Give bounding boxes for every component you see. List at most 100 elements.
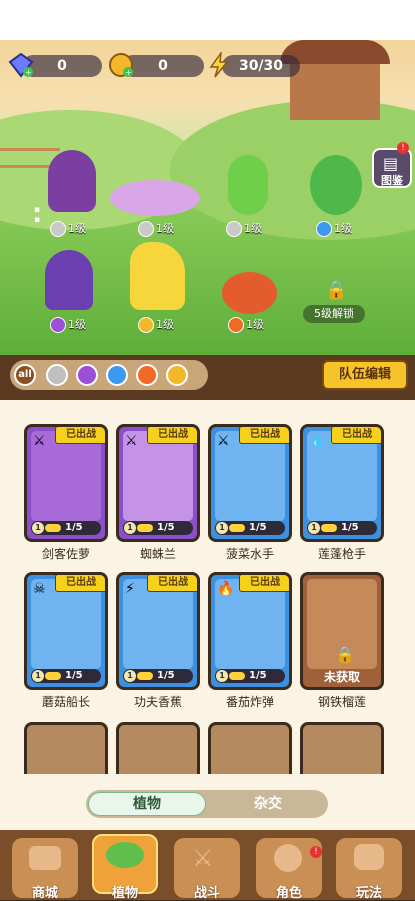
filter-poison-icon[interactable] [76, 364, 98, 386]
poison-icon [50, 317, 66, 333]
electric-icon [138, 317, 154, 333]
energy-icon[interactable] [206, 50, 232, 78]
plant-card[interactable]: 🔥 已出战 1 1/5 [208, 572, 292, 690]
slot-level-text: 1级 [68, 318, 86, 331]
slot-level: 1级 [50, 220, 86, 238]
filter-fire-icon[interactable] [136, 364, 158, 386]
fire-icon: 🔥 [217, 581, 235, 597]
card-level: 1 [124, 670, 136, 682]
slot-level-text: 1级 [156, 318, 174, 331]
card-count: 1/5 [249, 670, 267, 681]
card-count: 1/5 [65, 670, 83, 681]
plant-spinach[interactable] [228, 155, 268, 215]
card-count: 1/5 [341, 522, 359, 533]
slot-level: 1级 [226, 220, 262, 238]
encyclopedia-button[interactable]: ▤ 图鉴 [372, 148, 412, 188]
card-level: 1 [124, 522, 136, 534]
deployed-tag: 已出战 [239, 575, 289, 592]
plant-zorro[interactable] [48, 150, 96, 212]
slot-level: 1级 [138, 220, 174, 238]
nav-shop-label: 商城 [31, 886, 58, 901]
plant-card[interactable]: ⚡ 已出战 1 1/5 [116, 572, 200, 690]
diamond-icon[interactable]: + [8, 52, 34, 78]
plant-card-partial[interactable] [300, 722, 384, 774]
card-progress: 1 1/5 [215, 521, 285, 535]
not-obtained-label: 未获取 [323, 670, 360, 684]
filter-steel-icon[interactable] [46, 364, 68, 386]
coin-icon[interactable]: + [108, 52, 134, 78]
slot-level-text: 1级 [68, 222, 86, 235]
card-name: 菠菜水手 [225, 547, 274, 561]
plant-card[interactable]: ⚔ 已出战 1 1/5 [116, 424, 200, 542]
locked-slot[interactable]: 🔒 5级解锁 [303, 280, 365, 326]
slot-dots: ▪ ▪ [34, 205, 40, 225]
plant-lotus[interactable] [310, 155, 362, 215]
coin-counter: 0 [122, 55, 204, 77]
card-progress: 1 1/5 [307, 521, 377, 535]
plant-card[interactable]: ⚔ 已出战 1 1/5 [24, 424, 108, 542]
filter-all[interactable]: all [14, 364, 36, 386]
filter-electric-icon[interactable] [166, 364, 188, 386]
nav-plants-label: 植物 [111, 886, 138, 901]
slot-level-text: 1级 [246, 318, 264, 331]
tab-plants[interactable]: 植物 [88, 792, 206, 816]
tab-hybrid[interactable]: 杂交 [210, 792, 326, 816]
progress-fill [321, 524, 337, 532]
water-icon [316, 221, 332, 237]
card-count: 1/5 [65, 522, 83, 533]
card-progress: 1 1/5 [123, 669, 193, 683]
coin-value: 0 [158, 58, 168, 74]
plant-card-partial[interactable] [208, 722, 292, 774]
deployed-tag: 已出战 [55, 575, 105, 592]
nav-gameplay-label: 玩法 [355, 886, 382, 901]
electric-icon: ⚡ [125, 581, 135, 597]
slot-level-text: 1级 [156, 222, 174, 235]
gameplay-icon [354, 844, 384, 870]
card-level: 1 [308, 522, 320, 534]
plant-banana[interactable] [130, 242, 185, 310]
alert-badge: ! [310, 846, 322, 858]
team-edit-button[interactable]: 队伍编辑 [322, 360, 408, 390]
progress-fill [137, 672, 153, 680]
diamond-value: 0 [57, 58, 67, 74]
alert-badge: ! [397, 142, 409, 154]
card-name: 功夫香蕉 [133, 695, 182, 709]
slot-level: 1级 [228, 316, 264, 334]
progress-fill [45, 524, 61, 532]
steel-icon [226, 221, 242, 237]
card-name: 蘑菇船长 [41, 695, 90, 709]
plant-spider-orchid[interactable] [110, 180, 200, 216]
steel-icon: ⚔ [217, 433, 230, 449]
card-name: 钢铁榴莲 [317, 695, 366, 709]
card-count: 1/5 [249, 522, 267, 533]
card-name: 番茄炸弹 [225, 695, 274, 709]
deployed-tag: 已出战 [331, 427, 381, 444]
svg-text:+: + [125, 68, 132, 77]
character-icon [274, 844, 302, 872]
plant-tomato[interactable] [222, 272, 277, 314]
card-progress: 1 1/5 [31, 521, 101, 535]
diamond-counter: 0 [22, 55, 102, 77]
progress-fill [229, 672, 245, 680]
slot-level: 1级 [316, 220, 352, 238]
slot-level-text: 1级 [334, 222, 352, 235]
card-count: 1/5 [157, 522, 175, 533]
shop-icon [29, 846, 61, 870]
card-name: 蜘蛛兰 [139, 547, 176, 561]
plant-card-partial[interactable] [116, 722, 200, 774]
poison-icon: ☠ [33, 581, 46, 597]
card-name: 剑客佐萝 [41, 547, 90, 561]
card-progress: 1 1/5 [215, 669, 285, 683]
plant-card[interactable]: ☠ 已出战 1 1/5 [24, 572, 108, 690]
plant-mushroom[interactable] [45, 250, 93, 310]
card-count: 1/5 [157, 670, 175, 681]
status-bar [0, 0, 415, 40]
card-name: 莲蓬枪手 [317, 547, 366, 561]
plant-card-partial[interactable] [24, 722, 108, 774]
deployed-tag: 已出战 [239, 427, 289, 444]
plant-card[interactable]: ⚔ 已出战 1 1/5 [208, 424, 292, 542]
nav-character-label: 角色 [275, 886, 302, 901]
plant-card[interactable]: 💧 已出战 1 1/5 [300, 424, 384, 542]
filter-water-icon[interactable] [106, 364, 128, 386]
card-level: 1 [32, 670, 44, 682]
